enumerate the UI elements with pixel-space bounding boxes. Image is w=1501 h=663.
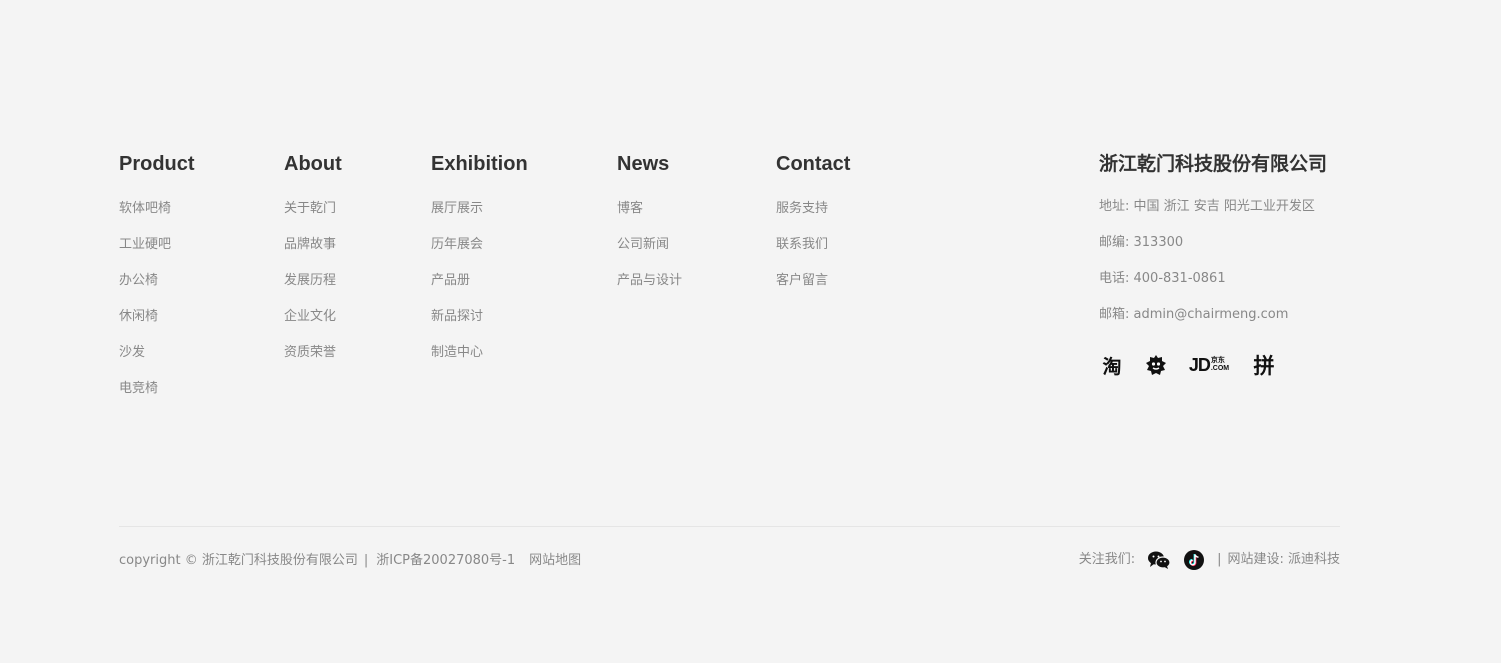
column-title-exhibition: Exhibition: [431, 153, 528, 175]
column-title-contact: Contact: [776, 153, 851, 175]
shop-links: 淘 JD 京东 .COM 拼: [1099, 350, 1277, 380]
jd-logo-text: JD: [1188, 354, 1211, 375]
footer-link[interactable]: 品牌故事: [284, 236, 336, 272]
column-title-about: About: [284, 153, 342, 175]
wechat-glyph: [1148, 551, 1171, 569]
company-info: 浙江乾门科技股份有限公司 地址: 中国 浙江 安吉 阳光工业开发区 邮编: 31…: [1099, 150, 1349, 378]
footer-column-news: News 博客 公司新闻 产品与设计: [617, 150, 682, 288]
site-builder-link[interactable]: 网站建设: 派迪科技: [1227, 549, 1340, 571]
footer-link[interactable]: 客户留言: [776, 272, 828, 308]
copyright-bar: copyright © 浙江乾门科技股份有限公司 | 浙ICP备20027080号-…: [119, 552, 585, 570]
follow-label: 关注我们:: [1078, 552, 1136, 567]
footer-link[interactable]: 休闲椅: [119, 308, 171, 344]
follow-bar: 关注我们: | 网站建设: 派迪科技: [1079, 549, 1340, 571]
company-details: 地址: 中国 浙江 安吉 阳光工业开发区 邮编: 313300 电话: 400-…: [1099, 198, 1315, 342]
copyright-text: copyright © 浙江乾门科技股份有限公司: [119, 553, 358, 568]
footer-link[interactable]: 沙发: [119, 344, 171, 380]
footer-link[interactable]: 资质荣誉: [284, 344, 336, 380]
footer-link[interactable]: 电竞椅: [119, 380, 171, 416]
jd-small-bottom: .COM: [1210, 365, 1230, 372]
footer-column-contact: Contact 服务支持 联系我们 客户留言: [776, 150, 851, 288]
footer-link[interactable]: 关于乾门: [284, 200, 336, 236]
douyin-icon[interactable]: [1183, 549, 1205, 571]
footer-link[interactable]: 制造中心: [431, 344, 483, 380]
company-name: 浙江乾门科技股份有限公司: [1099, 153, 1328, 175]
footer-column-product: Product 软体吧椅 工业硬吧 办公椅 休闲椅 沙发 电竞椅: [119, 150, 195, 396]
footer-divider: [119, 526, 1340, 527]
footer-link[interactable]: 联系我们: [776, 236, 828, 272]
footer-link[interactable]: 企业文化: [284, 308, 336, 344]
footer-column-exhibition: Exhibition 展厅展示 历年展会 产品册 新品探讨 制造中心: [431, 150, 528, 360]
builder-separator: |: [1217, 552, 1222, 567]
contact-links: 服务支持 联系我们 客户留言: [776, 200, 828, 308]
footer-link[interactable]: 服务支持: [776, 200, 828, 236]
footer-link[interactable]: 办公椅: [119, 272, 171, 308]
footer-link[interactable]: 产品与设计: [617, 272, 682, 308]
footer-link[interactable]: 工业硬吧: [119, 236, 171, 272]
footer-link[interactable]: 软体吧椅: [119, 200, 171, 236]
about-links: 关于乾门 品牌故事 发展历程 企业文化 资质荣誉: [284, 200, 336, 380]
tmall-cat-icon[interactable]: [1143, 353, 1169, 377]
sitemap-link[interactable]: 网站地图: [529, 553, 581, 568]
company-email: 邮箱: admin@chairmeng.com: [1099, 307, 1289, 322]
column-title-news: News: [617, 153, 670, 175]
icp-link[interactable]: 浙ICP备20027080号-1: [376, 553, 515, 568]
footer-link[interactable]: 展厅展示: [431, 200, 483, 236]
footer-link[interactable]: 公司新闻: [617, 236, 682, 272]
news-links: 博客 公司新闻 产品与设计: [617, 200, 682, 308]
jd-small-top: 京东: [1210, 357, 1225, 364]
column-title-product: Product: [119, 153, 195, 175]
footer-link[interactable]: 历年展会: [431, 236, 483, 272]
copyright-separator: |: [363, 553, 369, 568]
wechat-icon[interactable]: [1147, 549, 1171, 571]
tmall-cat-glyph: [1146, 355, 1166, 375]
exhibition-links: 展厅展示 历年展会 产品册 新品探讨 制造中心: [431, 200, 483, 380]
pinduoduo-icon[interactable]: 拼: [1251, 350, 1277, 380]
footer-link[interactable]: 博客: [617, 200, 682, 236]
footer-link[interactable]: 新品探讨: [431, 308, 483, 344]
jd-icon[interactable]: JD 京东 .COM: [1185, 355, 1233, 376]
footer-link[interactable]: 发展历程: [284, 272, 336, 308]
company-postcode: 邮编: 313300: [1099, 235, 1184, 250]
site-footer: Product 软体吧椅 工业硬吧 办公椅 休闲椅 沙发 电竞椅 About 关…: [0, 0, 1501, 663]
company-phone: 电话: 400-831-0861: [1099, 271, 1226, 286]
douyin-glyph: [1184, 550, 1205, 570]
jd-logo-small: 京东 .COM: [1211, 357, 1229, 373]
taobao-icon[interactable]: 淘: [1099, 352, 1125, 379]
product-links: 软体吧椅 工业硬吧 办公椅 休闲椅 沙发 电竞椅: [119, 200, 171, 416]
footer-link[interactable]: 产品册: [431, 272, 483, 308]
company-address: 地址: 中国 浙江 安吉 阳光工业开发区: [1099, 199, 1315, 214]
footer-column-about: About 关于乾门 品牌故事 发展历程 企业文化 资质荣誉: [284, 150, 342, 360]
